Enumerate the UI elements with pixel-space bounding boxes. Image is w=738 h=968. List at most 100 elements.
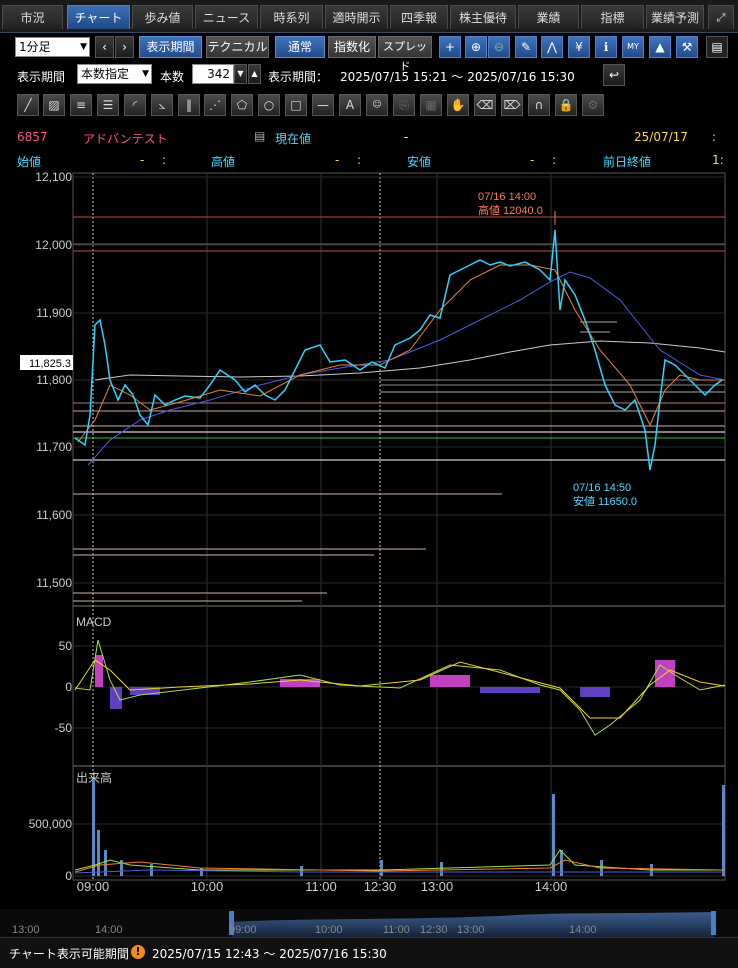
my-icon[interactable]: MY (622, 36, 644, 58)
open-label: 始値 (17, 155, 42, 169)
stock-code: 6857 (17, 130, 48, 144)
period-label: 表示期間 (17, 70, 66, 84)
prev-close-label: 前日終値 (603, 155, 652, 169)
zoom-out-icon[interactable]: ⊖ (488, 36, 510, 58)
tab-indicators[interactable]: 指標 (581, 5, 644, 29)
count-input[interactable]: 342 (192, 64, 234, 84)
volume-tick: 500,000 (29, 817, 73, 831)
navigator-right-handle[interactable] (711, 911, 716, 935)
high-annotation-time: 07/16 14:00 (478, 191, 536, 203)
nav-label: 10:00 (315, 924, 343, 936)
crosshair-icon[interactable]: + (439, 36, 461, 58)
layers-icon[interactable]: ▦ (420, 94, 442, 116)
ruler-icon[interactable]: ▨ (43, 94, 65, 116)
emoji-icon[interactable]: ☺ (366, 94, 388, 116)
current-label: 現在値 (275, 132, 312, 146)
hand-icon[interactable]: ✋ (447, 94, 469, 116)
price-tick: 11,700 (36, 440, 72, 454)
price-tick: 11,600 (36, 508, 72, 522)
x-tick: 14:00 (535, 879, 568, 894)
chart-canvas[interactable]: 12,100 12,000 11,900 11,800 11,700 11,60… (0, 170, 738, 940)
magnet-icon[interactable]: ∩ (528, 94, 550, 116)
quote-date: 25/07/17 (634, 130, 688, 144)
warning-icon[interactable]: ! (131, 945, 145, 959)
low-annotation-time: 07/16 14:50 (573, 482, 631, 494)
line-tool-icon[interactable]: ╱ (17, 94, 39, 116)
price-tick: 12,100 (35, 170, 72, 184)
period-mode-select[interactable]: 本数指定 ▼ (77, 64, 152, 84)
hline-icon[interactable]: — (312, 94, 334, 116)
area-chart-icon[interactable]: ▲ (649, 36, 671, 58)
range-value: 2025/07/15 15:21 ～ 2025/07/16 15:30 (340, 70, 575, 84)
period-button[interactable]: 表示期間 (139, 36, 202, 58)
fib-icon[interactable]: ☰ (97, 94, 119, 116)
normal-button[interactable]: 通常 (275, 36, 325, 58)
settings-icon[interactable]: ⚙ (582, 94, 604, 116)
nav-label: 09:00 (229, 924, 257, 936)
doc-icon[interactable]: ▤ (254, 129, 265, 143)
tab-chart[interactable]: チャート (67, 5, 130, 29)
pentagon-icon[interactable]: ⬠ (231, 94, 253, 116)
current-price-tag-text: 11,825.3 (29, 358, 71, 370)
tab-shikiho[interactable]: 四季報 (390, 5, 448, 29)
quote-time: : (712, 130, 717, 144)
price-tick: 11,800 (36, 373, 72, 387)
tab-disclosure[interactable]: 適時開示 (325, 5, 388, 29)
high-annotation-value: 高値 12040.0 (478, 203, 543, 217)
vlines-icon[interactable]: ‖ (178, 94, 200, 116)
copy-icon[interactable]: ⎘ (393, 94, 415, 116)
next-button[interactable]: › (115, 36, 134, 58)
tab-trades[interactable]: 歩み値 (132, 5, 193, 29)
spread-button[interactable]: スプレッド (378, 36, 432, 73)
info-icon[interactable]: ℹ (595, 36, 617, 58)
footer-label: チャート表示可能期間 (9, 947, 129, 961)
quote-info-bar: 6857 アドバンテスト ▤ 現在値 - 25/07/17 : 始値 - : 高… (0, 124, 738, 172)
expand-icon[interactable]: ⤢ (708, 5, 734, 29)
range-label: 表示期間： (268, 70, 329, 84)
print-icon[interactable]: ▤ (706, 36, 728, 58)
tab-benefits[interactable]: 株主優待 (450, 5, 516, 29)
tab-earnings[interactable]: 業績 (518, 5, 579, 29)
circle-icon[interactable]: ○ (258, 94, 280, 116)
tab-market[interactable]: 市況 (2, 5, 63, 29)
eraser-all-icon[interactable]: ⌦ (501, 94, 523, 116)
text-icon[interactable]: A (339, 94, 361, 116)
nav-label: 13:00 (12, 924, 40, 936)
fan-icon[interactable]: ◜ (124, 94, 146, 116)
eraser-icon[interactable]: ⌫ (474, 94, 496, 116)
tab-news[interactable]: ニュース (195, 5, 258, 29)
footer-bar: チャート表示可能期間 ! 2025/07/15 12:43 ～ 2025/07/… (0, 937, 738, 968)
x-tick: 13:00 (421, 879, 454, 894)
index-button[interactable]: 指数化 (328, 36, 376, 58)
count-up-icon[interactable]: ▲ (248, 64, 261, 84)
yen-icon[interactable]: ¥ (568, 36, 590, 58)
reset-icon[interactable]: ↩ (603, 64, 625, 86)
low-value: - (530, 153, 535, 167)
chart-line-icon[interactable]: ⋀ (541, 36, 563, 58)
nav-label: 12:30 (420, 924, 448, 936)
rect-icon[interactable]: □ (285, 94, 307, 116)
price-tick: 12,000 (35, 238, 72, 252)
interval-select[interactable]: 1分足 ▼ (15, 37, 90, 57)
technical-button[interactable]: テクニカル (206, 36, 269, 58)
arc-icon[interactable]: ⦣ (151, 94, 173, 116)
tab-timeseries[interactable]: 時系列 (260, 5, 323, 29)
count-down-icon[interactable]: ▼ (234, 64, 247, 84)
tab-forecast[interactable]: 業績予測 (646, 5, 704, 29)
volume-tick: 0 (65, 869, 72, 883)
nav-label: 14:00 (569, 924, 597, 936)
prev-close-value: 1: (712, 153, 724, 167)
hlines-icon[interactable]: ≡ (70, 94, 92, 116)
tab-bar: 市況 チャート 歩み値 ニュース 時系列 適時開示 四季報 株主優待 業績 指標… (0, 0, 738, 33)
prev-button[interactable]: ‹ (95, 36, 114, 58)
pen-icon[interactable]: ✎ (515, 36, 537, 58)
zoom-in-icon[interactable]: ⊕ (465, 36, 487, 58)
macd-title: MACD (76, 615, 112, 629)
wrench-icon[interactable]: ⚒ (676, 36, 698, 58)
lock-icon[interactable]: 🔒 (555, 94, 577, 116)
open-value: - (140, 153, 145, 167)
gann-icon[interactable]: ⋰ (204, 94, 226, 116)
footer-range: 2025/07/15 12:43 ～ 2025/07/16 15:30 (152, 947, 387, 961)
x-tick: 12:30 (364, 879, 397, 894)
high-label: 高値 (211, 155, 236, 169)
